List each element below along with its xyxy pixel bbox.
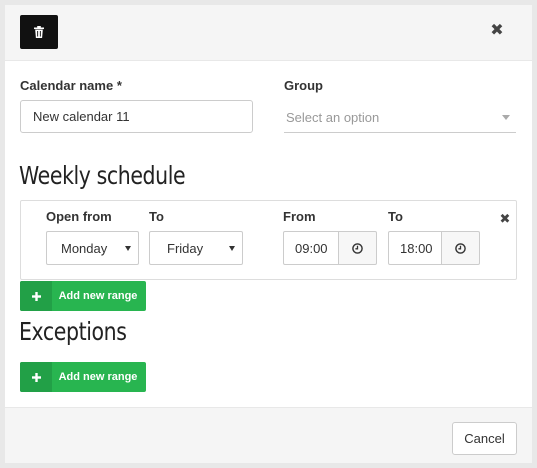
delete-button[interactable] [20, 15, 58, 49]
modal-header: ✖ [5, 5, 532, 61]
from-time-picker-button[interactable] [339, 231, 377, 265]
trash-icon [34, 26, 44, 38]
calendar-name-label: Calendar name * [20, 78, 122, 93]
to-day-select[interactable]: Friday [149, 231, 243, 265]
caret-down-icon [125, 246, 131, 251]
remove-range-button[interactable]: ✖ [499, 211, 511, 226]
calendar-name-input[interactable]: New calendar 11 [20, 100, 253, 133]
cancel-button[interactable]: Cancel [452, 422, 517, 455]
plus-icon [31, 291, 41, 301]
to-day-value: Friday [167, 240, 204, 256]
from-time-value: 09:00 [295, 240, 328, 256]
to-time-picker-button[interactable] [442, 231, 480, 265]
to-time-label: To [388, 209, 403, 224]
open-from-label: Open from [46, 209, 112, 224]
add-weekly-range-button[interactable]: Add new range [20, 281, 146, 311]
open-from-select[interactable]: Monday [46, 231, 139, 265]
add-weekly-range-label: Add new range [58, 290, 138, 302]
clock-icon [455, 242, 466, 254]
clock-icon [352, 242, 363, 254]
calendar-modal: ✖ Calendar name * New calendar 11 Group … [5, 5, 532, 463]
to-time-value: 18:00 [400, 240, 433, 256]
close-button[interactable]: ✖ [489, 23, 505, 39]
caret-down-icon [229, 246, 235, 251]
group-placeholder: Select an option [286, 110, 380, 125]
to-day-label: To [149, 209, 164, 224]
modal-footer: Cancel [5, 407, 532, 463]
add-exception-range-button[interactable]: Add new range [20, 362, 146, 392]
from-time-input[interactable]: 09:00 [283, 231, 339, 265]
add-exception-range-label: Add new range [58, 371, 138, 383]
to-time-input[interactable]: 18:00 [388, 231, 442, 265]
weekly-schedule-title: Weekly schedule [19, 161, 186, 190]
open-from-value: Monday [61, 240, 108, 256]
group-label: Group [284, 78, 323, 93]
calendar-name-value: New calendar 11 [33, 109, 130, 124]
close-icon: ✖ [490, 22, 504, 39]
chevron-down-icon [502, 115, 510, 120]
from-time-label: From [283, 209, 316, 224]
group-select[interactable]: Select an option [284, 103, 516, 133]
plus-icon [31, 372, 41, 382]
exceptions-title: Exceptions [19, 317, 127, 346]
close-icon: ✖ [499, 211, 511, 226]
